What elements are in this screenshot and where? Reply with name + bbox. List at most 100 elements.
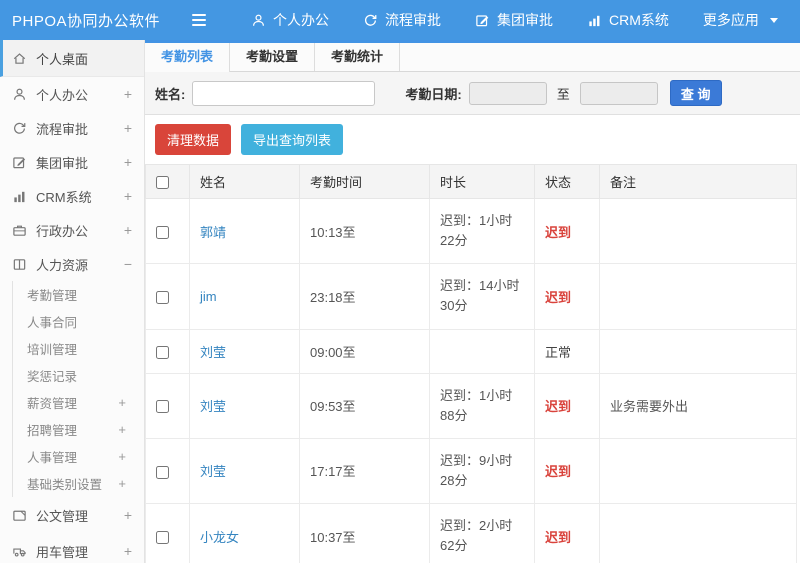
attendance-time: 10:37至 bbox=[299, 503, 430, 563]
column-header-status: 状态 bbox=[534, 164, 600, 199]
remark-cell bbox=[599, 263, 797, 330]
export-list-button[interactable]: 导出查询列表 bbox=[241, 124, 344, 155]
sidebar-item-label: 集团审批 bbox=[36, 155, 89, 171]
date-to-label: 至 bbox=[556, 86, 570, 102]
expand-icon[interactable]: + bbox=[124, 188, 132, 204]
submenu-item-personnel-management[interactable]: 人事管理 + bbox=[13, 443, 144, 470]
clean-data-button[interactable]: 清理数据 bbox=[155, 124, 232, 155]
tab-attendance-list[interactable]: 考勤列表 bbox=[145, 43, 230, 73]
document-icon bbox=[13, 510, 26, 521]
row-checkbox[interactable] bbox=[156, 225, 169, 239]
sidebar-item-label: 个人桌面 bbox=[36, 51, 89, 67]
employee-name-link[interactable]: jim bbox=[200, 289, 217, 304]
topnav-crm-system[interactable]: CRM系统 bbox=[570, 0, 686, 40]
sidebar-item-administrative-office[interactable]: 行政办公 + bbox=[0, 213, 144, 247]
topnav-label: 流程审批 bbox=[385, 12, 441, 28]
employee-name-link[interactable]: 刘莹 bbox=[200, 464, 226, 479]
table-row: 刘莹 17:17至 迟到：9小时28分 迟到 bbox=[145, 437, 797, 505]
tab-attendance-statistics[interactable]: 考勤统计 bbox=[315, 43, 400, 71]
submenu-item-personnel-contract[interactable]: 人事合同 bbox=[13, 308, 144, 335]
attendance-table-wrap: 姓名 考勤时间 时长 状态 备注 郭靖 10:13至 迟到：1小时22分 迟到 bbox=[145, 164, 800, 563]
status-badge: 迟到 bbox=[545, 399, 572, 415]
topnav-more-apps[interactable]: 更多应用 bbox=[686, 0, 795, 40]
submenu-item-training-management[interactable]: 培训管理 bbox=[13, 335, 144, 362]
content-area: 考勤列表 考勤设置 考勤统计 姓名: 考勤日期: 至 查 询 清理数据 导出查询… bbox=[145, 40, 800, 563]
remark-cell: 业务需要外出 bbox=[599, 372, 797, 439]
action-buttons: 清理数据 导出查询列表 bbox=[145, 115, 800, 164]
hr-submenu: 考勤管理 人事合同 培训管理 奖惩记录 薪资管理 + 招聘管理 + 人事管理 +… bbox=[12, 281, 144, 497]
expand-icon[interactable]: + bbox=[118, 476, 126, 491]
tab-bar: 考勤列表 考勤设置 考勤统计 bbox=[145, 43, 800, 73]
row-checkbox[interactable] bbox=[156, 345, 169, 359]
caret-down-icon bbox=[769, 17, 778, 23]
submenu-item-reward-punishment[interactable]: 奖惩记录 bbox=[13, 362, 144, 389]
submenu-item-label: 招聘管理 bbox=[27, 424, 78, 438]
topnav-workflow-approval[interactable]: 流程审批 bbox=[346, 0, 458, 40]
car-icon bbox=[13, 548, 26, 556]
sidebar-item-group-approval[interactable]: 集团审批 + bbox=[0, 145, 144, 179]
row-checkbox[interactable] bbox=[156, 530, 169, 544]
expand-icon[interactable]: + bbox=[124, 507, 132, 523]
tab-attendance-settings[interactable]: 考勤设置 bbox=[230, 43, 315, 71]
expand-icon[interactable]: + bbox=[124, 120, 132, 136]
expand-icon[interactable]: + bbox=[118, 395, 126, 410]
sidebar-item-crm-system[interactable]: CRM系统 + bbox=[0, 179, 144, 213]
remark-cell bbox=[599, 437, 797, 505]
bar-chart-icon bbox=[589, 15, 600, 26]
status-badge: 正常 bbox=[545, 344, 572, 360]
table-row: jim 23:18至 迟到：14小时30分 迟到 bbox=[145, 263, 797, 330]
submenu-item-label: 人事管理 bbox=[27, 451, 78, 465]
collapse-icon[interactable]: − bbox=[124, 256, 132, 272]
duration-cell: 迟到：2小时62分 bbox=[429, 503, 535, 563]
expand-icon[interactable]: + bbox=[124, 543, 132, 559]
submenu-item-attendance-management[interactable]: 考勤管理 bbox=[13, 281, 144, 308]
duration-cell: 迟到：9小时28分 bbox=[429, 437, 535, 505]
sidebar-item-personal-desktop[interactable]: 个人桌面 bbox=[0, 40, 144, 77]
select-all-checkbox[interactable] bbox=[156, 176, 169, 190]
process-icon bbox=[14, 122, 26, 134]
submenu-item-label: 基础类别设置 bbox=[27, 478, 103, 492]
expand-icon[interactable]: + bbox=[124, 222, 132, 238]
sidebar-item-document-management[interactable]: 公文管理 + bbox=[0, 497, 144, 533]
row-checkbox[interactable] bbox=[156, 465, 169, 479]
column-header-time: 考勤时间 bbox=[299, 164, 430, 199]
sidebar-item-label: CRM系统 bbox=[36, 189, 92, 205]
topnav-personal-office[interactable]: 个人办公 bbox=[234, 0, 346, 40]
name-input[interactable] bbox=[192, 80, 376, 106]
expand-icon[interactable]: + bbox=[118, 422, 126, 437]
topbar: PHPOA协同办公软件 个人办公 流程审批 集团审批 CRM系统 更多应用 bbox=[0, 0, 800, 40]
status-badge: 迟到 bbox=[545, 529, 572, 545]
row-checkbox[interactable] bbox=[156, 400, 169, 414]
process-icon bbox=[365, 14, 377, 26]
submenu-item-salary-management[interactable]: 薪资管理 + bbox=[13, 389, 144, 416]
date-to-input[interactable] bbox=[579, 81, 658, 105]
row-checkbox[interactable] bbox=[156, 290, 169, 304]
attendance-table: 姓名 考勤时间 时长 状态 备注 郭靖 10:13至 迟到：1小时22分 迟到 bbox=[145, 164, 797, 563]
employee-name-link[interactable]: 郭靖 bbox=[200, 225, 226, 240]
submenu-item-label: 培训管理 bbox=[27, 343, 78, 357]
table-header-row: 姓名 考勤时间 时长 状态 备注 bbox=[145, 164, 797, 199]
duration-cell: 迟到：1小时88分 bbox=[429, 372, 535, 439]
home-icon bbox=[13, 52, 26, 64]
table-row: 小龙女 10:37至 迟到：2小时62分 迟到 bbox=[145, 503, 797, 563]
employee-name-link[interactable]: 小龙女 bbox=[200, 530, 239, 545]
sidebar-item-human-resources[interactable]: 人力资源 − bbox=[0, 247, 144, 281]
expand-icon[interactable]: + bbox=[118, 449, 126, 464]
briefcase-icon bbox=[13, 225, 26, 236]
submenu-item-base-category-settings[interactable]: 基础类别设置 + bbox=[13, 470, 144, 497]
topnav-group-approval[interactable]: 集团审批 bbox=[458, 0, 570, 40]
sidebar-item-workflow-approval[interactable]: 流程审批 + bbox=[0, 111, 144, 145]
submenu-item-label: 考勤管理 bbox=[27, 289, 78, 303]
sidebar-item-personal-office[interactable]: 个人办公 + bbox=[0, 77, 144, 111]
menu-toggle-icon[interactable] bbox=[192, 11, 206, 29]
employee-name-link[interactable]: 刘莹 bbox=[200, 345, 226, 360]
expand-icon[interactable]: + bbox=[124, 86, 132, 102]
submenu-item-label: 人事合同 bbox=[27, 316, 78, 330]
date-from-input[interactable] bbox=[468, 81, 547, 105]
sidebar-item-vehicle-management[interactable]: 用车管理 + bbox=[0, 533, 144, 563]
expand-icon[interactable]: + bbox=[124, 154, 132, 170]
employee-name-link[interactable]: 刘莹 bbox=[200, 399, 226, 414]
attendance-time: 10:13至 bbox=[299, 197, 430, 265]
search-button[interactable]: 查 询 bbox=[669, 80, 722, 106]
submenu-item-recruitment-management[interactable]: 招聘管理 + bbox=[13, 416, 144, 443]
